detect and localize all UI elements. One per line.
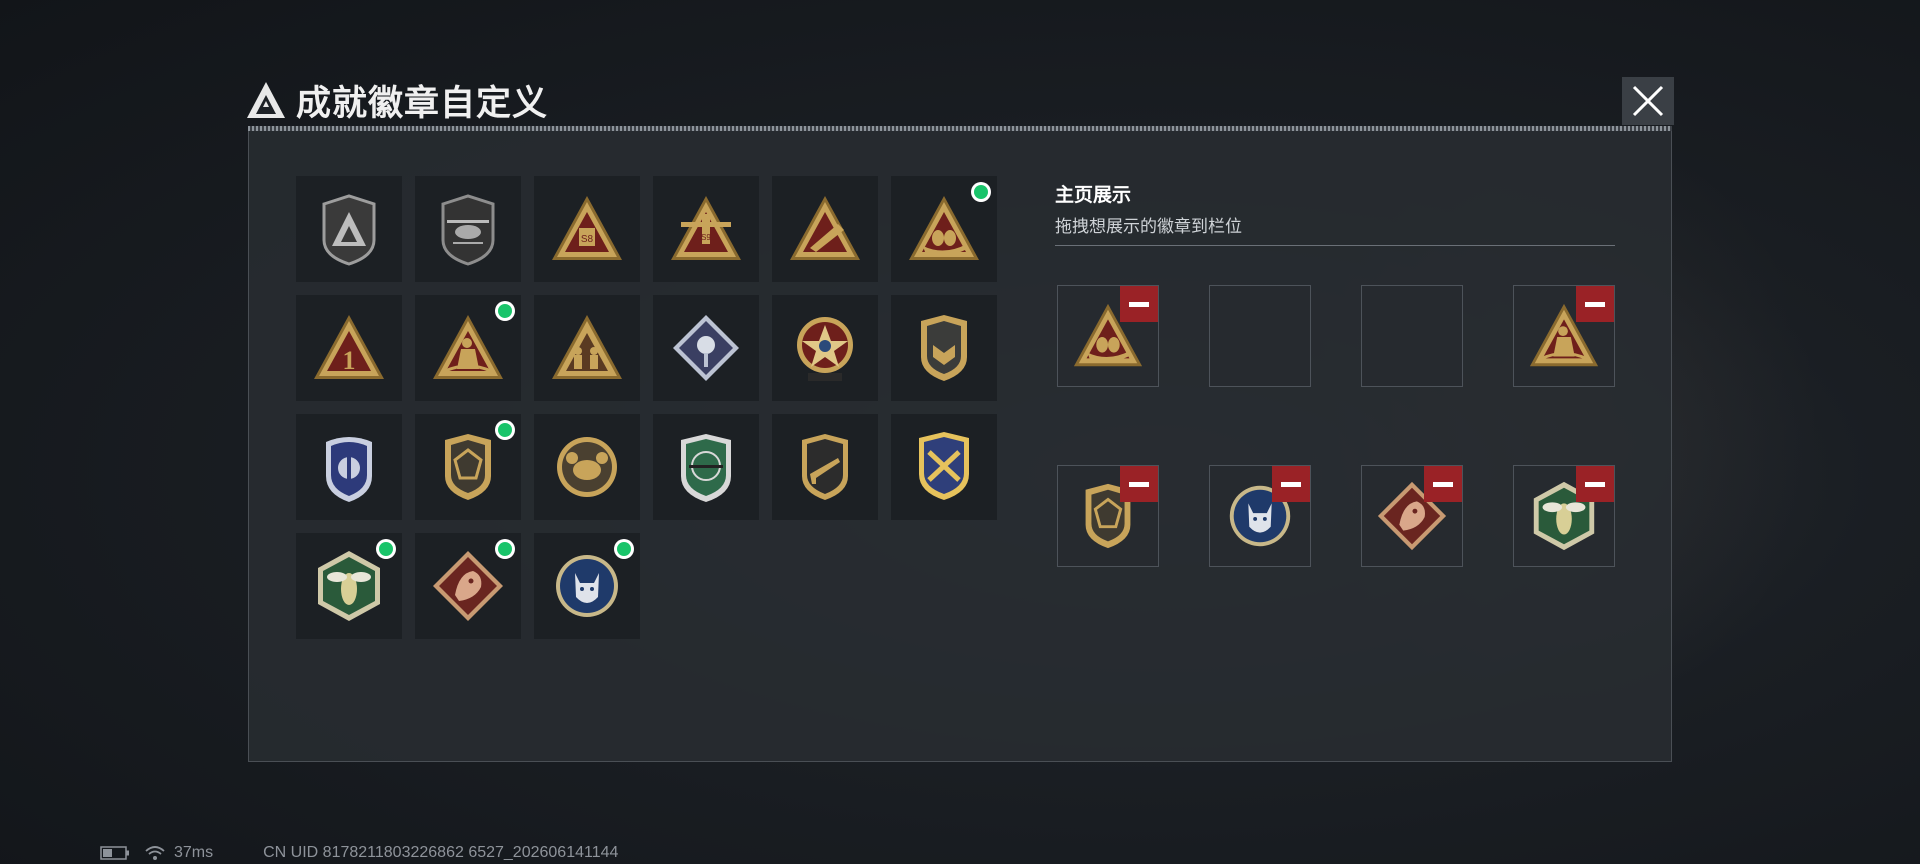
showcase-slot[interactable] [1209,465,1311,567]
rifle-crosshair-green-shield-icon [681,434,731,502]
rocket-pod-triangle-badge-icon [790,196,860,260]
badge-cell[interactable] [534,295,640,401]
new-indicator-dot [376,539,396,559]
kneeling-soldier-triangle-badge-icon [433,315,503,379]
battery-icon [100,846,129,860]
badge-cell[interactable] [772,295,878,401]
svg-text:S8: S8 [581,234,594,245]
badge-cell[interactable] [415,295,521,401]
showcase-slots [1057,285,1615,567]
crossed-rifles-gold-badge-icon [919,432,969,500]
empty-showcase-slot[interactable] [1209,285,1311,387]
remove-badge-button[interactable] [1424,466,1462,502]
badge-cell[interactable] [891,176,997,282]
remove-badge-button[interactable] [1576,466,1614,502]
new-indicator-dot [495,539,515,559]
showcase-slot[interactable] [1513,285,1615,387]
showcase-subtitle: 拖拽想展示的徽章到栏位 [1055,217,1242,236]
uid-text: CN UID 8178211803226862 6527_20260614114… [263,844,619,861]
new-indicator-dot [614,539,634,559]
eggs-nest-triangle-badge-icon [909,196,979,260]
badge-cell[interactable]: 1 [296,295,402,401]
remove-badge-button[interactable] [1120,286,1158,322]
remove-badge-button[interactable] [1576,286,1614,322]
rifle-shield-badge-icon [802,434,848,500]
remove-badge-button[interactable] [1272,466,1310,502]
badge-cell[interactable] [891,414,997,520]
new-indicator-dot [495,301,515,321]
number-one-triangle-badge-icon: 1 [314,315,384,379]
svg-text:1: 1 [343,346,356,375]
badge-cell[interactable] [415,176,521,282]
delta-shield-badge-icon [322,194,376,266]
showcase-slot[interactable] [1513,465,1615,567]
badge-cell[interactable] [415,533,521,639]
showcase-slot[interactable] [1361,465,1463,567]
badge-cell[interactable] [534,414,640,520]
blue-police-shield-badge-icon [326,437,372,502]
status-bar: 37ms CN UID 8178211803226862 6527_202606… [100,844,618,862]
dragon-diamond-badge-icon [433,551,503,621]
badge-cell[interactable]: S9 [653,176,759,282]
badge-cell[interactable] [296,176,402,282]
wifi-icon [145,846,165,860]
badge-cell[interactable] [415,414,521,520]
ping-text: 37ms [174,844,214,861]
new-indicator-dot [495,420,515,440]
showcase-title: 主页展示 [1055,185,1132,206]
badge-cell[interactable] [653,414,759,520]
wings-shield-badge-icon [921,315,967,381]
wasp-hexagon-badge-icon [318,551,380,621]
badge-cell[interactable] [534,533,640,639]
showcase-slot[interactable] [1057,465,1159,567]
new-indicator-dot [971,182,991,202]
badge-cell[interactable] [891,295,997,401]
gem-shield-badge-icon [445,434,491,500]
badge-grid: S8 S9 1 [296,176,1006,639]
delta-triangle-logo-icon [247,82,285,118]
badge-cell[interactable] [772,176,878,282]
rose-diamond-badge-icon [673,315,739,381]
soldiers-triangle-badge-icon [552,315,622,379]
lynx-round-badge-icon [556,555,618,617]
s9-aircraft-triangle-badge-icon: S9 [671,196,741,260]
star-medal-badge-icon [797,317,853,381]
svg-text:S9: S9 [701,233,711,242]
badge-cell[interactable] [296,533,402,639]
remove-badge-button[interactable] [1120,466,1158,502]
helicopter-shield-badge-icon [441,194,495,266]
panel-top-divider [248,126,1672,131]
page-title: 成就徽章自定义 [296,83,549,123]
s8-triangle-badge-icon: S8 [552,196,622,260]
showcase-slot[interactable] [1057,285,1159,387]
badge-cell[interactable] [772,414,878,520]
window-header: 成就徽章自定义 [244,76,548,124]
badge-cell[interactable] [296,414,402,520]
close-button[interactable] [1622,77,1674,125]
close-icon [1632,85,1664,117]
crab-round-badge-icon [557,437,617,497]
badge-cell[interactable] [653,295,759,401]
empty-showcase-slot[interactable] [1361,285,1463,387]
badge-cell[interactable]: S8 [534,176,640,282]
showcase-divider [1055,245,1615,246]
